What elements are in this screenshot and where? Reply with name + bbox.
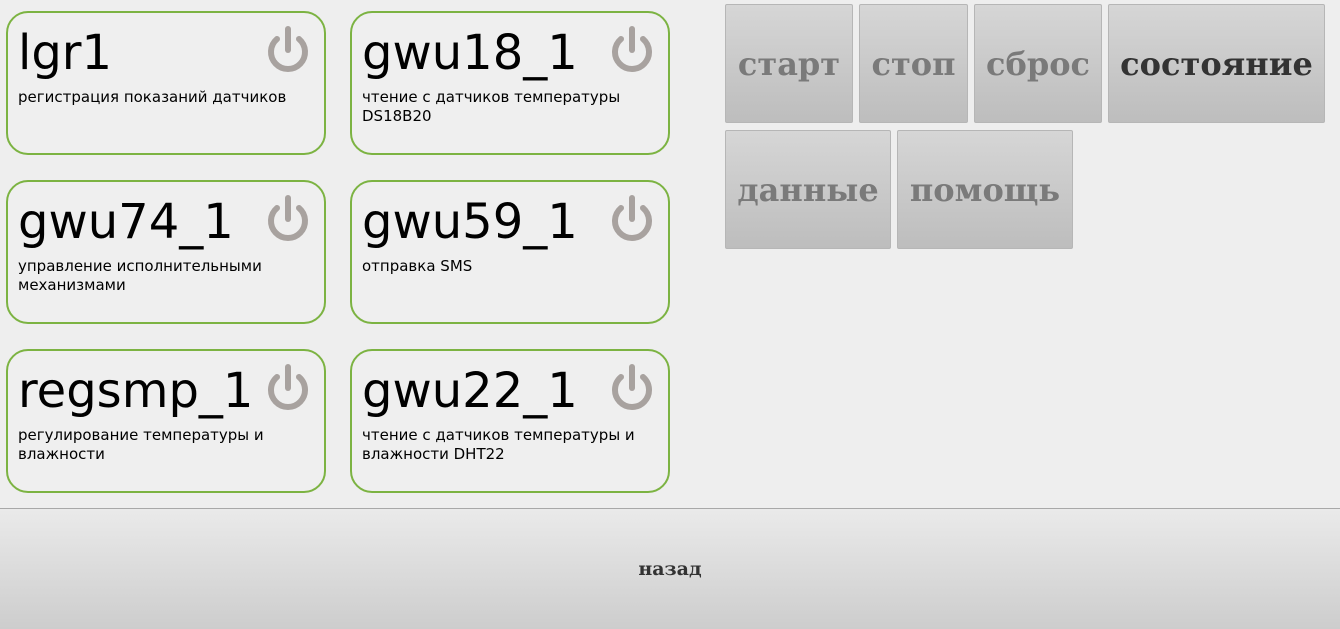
stop-button[interactable]: стоп [859, 4, 968, 123]
power-icon[interactable] [610, 26, 654, 76]
app-window: lgr1 регистрация показаний датчиков gwu1… [0, 0, 1340, 629]
program-card-gwu18-1[interactable]: gwu18_1 чтение с датчиков температуры DS… [350, 11, 670, 155]
help-button[interactable]: помощь [897, 130, 1073, 249]
program-description: управление исполнительными механизмами [18, 257, 262, 294]
program-description: регулирование температуры и влажности [18, 426, 264, 463]
program-name: gwu22_1 [362, 363, 578, 419]
program-card-regsmp-1[interactable]: regsmp_1 регулирование температуры и вла… [6, 349, 326, 493]
status-button[interactable]: состояние [1108, 4, 1325, 123]
program-name: gwu59_1 [362, 194, 578, 250]
program-card-lgr1[interactable]: lgr1 регистрация показаний датчиков [6, 11, 326, 155]
data-button[interactable]: данные [725, 130, 891, 249]
power-icon[interactable] [266, 195, 310, 245]
reset-button[interactable]: сброс [974, 4, 1102, 123]
program-name: gwu74_1 [18, 194, 234, 250]
power-icon[interactable] [266, 26, 310, 76]
power-icon[interactable] [610, 364, 654, 414]
program-description: чтение с датчиков температуры и влажност… [362, 426, 635, 463]
power-icon[interactable] [610, 195, 654, 245]
back-button-label: назад [638, 558, 702, 580]
program-description: отправка SMS [362, 257, 473, 275]
power-icon[interactable] [266, 364, 310, 414]
start-button[interactable]: старт [725, 4, 853, 123]
program-description: регистрация показаний датчиков [18, 88, 287, 106]
program-name: gwu18_1 [362, 25, 578, 81]
back-button[interactable]: назад [0, 508, 1340, 629]
program-card-gwu59-1[interactable]: gwu59_1 отправка SMS [350, 180, 670, 324]
program-name: lgr1 [18, 25, 113, 81]
program-description: чтение с датчиков температуры DS18B20 [362, 88, 621, 125]
program-name: regsmp_1 [18, 363, 254, 419]
program-card-gwu74-1[interactable]: gwu74_1 управление исполнительными механ… [6, 180, 326, 324]
program-card-gwu22-1[interactable]: gwu22_1 чтение с датчиков температуры и … [350, 349, 670, 493]
